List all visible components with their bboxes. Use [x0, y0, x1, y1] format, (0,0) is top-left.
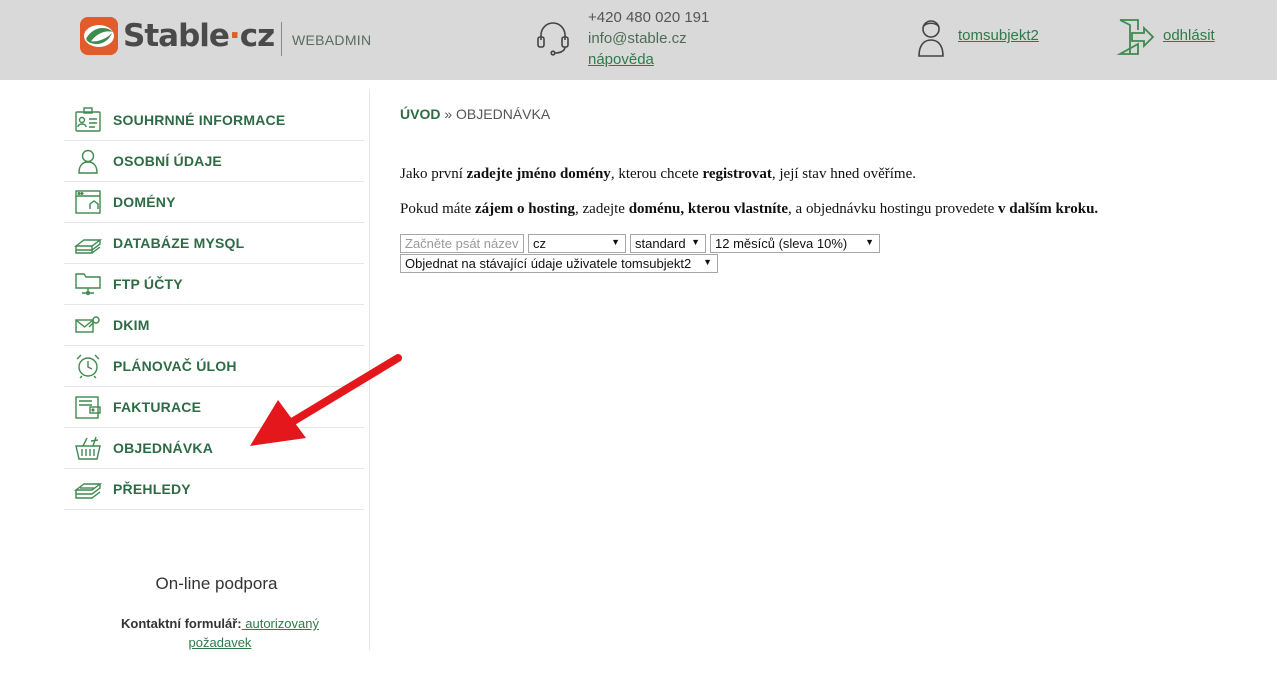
ftp-folder-icon	[74, 271, 102, 297]
sidebar-item-label: FAKTURACE	[113, 399, 202, 415]
breadcrumb-home-link[interactable]: ÚVOD	[400, 106, 440, 122]
top-header: Stable·cz WEBADMIN +420 480 020 191 info…	[0, 0, 1277, 80]
contact-block: +420 480 020 191 info@stable.cz nápověda	[588, 7, 709, 70]
person-icon	[74, 148, 102, 174]
dropdown-arrow-icon: ▼	[865, 237, 874, 247]
order-form-row: Objednat na stávající údaje uživatele to…	[400, 254, 718, 273]
domain-name-input[interactable]: Začněte psát název	[400, 234, 524, 253]
sidebar-item-mysql[interactable]: DATABÁZE MYSQL	[64, 223, 364, 264]
email-address[interactable]: info@stable.cz	[588, 28, 709, 49]
stable-logo[interactable]: Stable·cz	[80, 16, 275, 56]
reports-layers-icon	[74, 476, 102, 502]
sidebar-item-label: PŘEHLEDY	[113, 481, 191, 497]
sidebar-item-label: OBJEDNÁVKA	[113, 440, 214, 456]
sidebar-item-reports[interactable]: PŘEHLEDY	[64, 469, 364, 510]
sidebar-item-label: DOMÉNY	[113, 194, 176, 210]
user-icon	[916, 16, 946, 58]
username-link[interactable]: tomsubjekt2	[958, 27, 1039, 44]
logo-text: Stable·cz	[123, 18, 275, 54]
logo-divider	[281, 22, 282, 56]
section-label: WEBADMIN	[292, 32, 372, 48]
invoice-wallet-icon	[74, 394, 102, 420]
support-title: On-line podpora	[155, 574, 278, 593]
hosting-plan-select[interactable]: standard ▼	[630, 234, 706, 253]
breadcrumb-current: OBJEDNÁVKA	[456, 106, 551, 122]
breadcrumb-separator: »	[440, 106, 457, 122]
sidebar-item-domains[interactable]: DOMÉNY	[64, 182, 364, 223]
sidebar-item-label: FTP ÚČTY	[113, 276, 183, 292]
database-layers-icon	[74, 230, 102, 256]
order-form-row: Začněte psát název cz ▼ standard ▼ 12 mě…	[400, 234, 880, 253]
help-link[interactable]: nápověda	[588, 49, 709, 70]
logout-icon[interactable]	[1116, 18, 1156, 56]
sidebar-item-ftp[interactable]: FTP ÚČTY	[64, 264, 364, 305]
sidebar-item-label: OSOBNÍ ÚDAJE	[113, 153, 222, 169]
summary-card-icon	[74, 107, 102, 133]
breadcrumb: ÚVOD » OBJEDNÁVKA	[400, 106, 550, 122]
sidebar-item-dkim[interactable]: DKIM	[64, 305, 364, 346]
sidebar-item-label: SOUHRNNÉ INFORMACE	[113, 112, 286, 128]
support-label: Kontaktní formulář:	[121, 616, 242, 631]
browser-window-icon	[74, 189, 102, 215]
sidebar-item-label: DATABÁZE MYSQL	[113, 235, 245, 251]
hosting-paragraph: Pokud máte zájem o hosting, zadejte domé…	[400, 201, 1099, 217]
alarm-clock-icon	[74, 353, 102, 379]
sidebar-item-summary[interactable]: SOUHRNNÉ INFORMACE	[64, 100, 364, 141]
headset-icon	[536, 20, 570, 56]
intro-paragraph: Jako první zadejte jméno domény, kterou …	[400, 166, 917, 182]
sidebar-item-label: PLÁNOVAČ ÚLOH	[113, 358, 237, 374]
shopping-basket-icon	[74, 435, 102, 461]
logo-mark-icon	[80, 17, 118, 55]
dropdown-arrow-icon: ▼	[611, 237, 620, 247]
envelope-key-icon	[74, 312, 102, 338]
sidebar-item-personal[interactable]: OSOBNÍ ÚDAJE	[64, 141, 364, 182]
order-details-select[interactable]: Objednat na stávající údaje uživatele to…	[400, 254, 718, 273]
dropdown-arrow-icon: ▼	[703, 257, 712, 267]
support-contact: Kontaktní formulář: autorizovaný požadav…	[100, 614, 340, 652]
dropdown-arrow-icon: ▼	[691, 237, 700, 247]
logout-link[interactable]: odhlásit	[1163, 27, 1215, 44]
tld-select[interactable]: cz ▼	[528, 234, 626, 253]
phone-number: +420 480 020 191	[588, 9, 710, 26]
period-select[interactable]: 12 měsíců (sleva 10%) ▼	[710, 234, 880, 253]
annotation-arrow-icon	[240, 350, 405, 455]
sidebar-item-label: DKIM	[113, 317, 150, 333]
